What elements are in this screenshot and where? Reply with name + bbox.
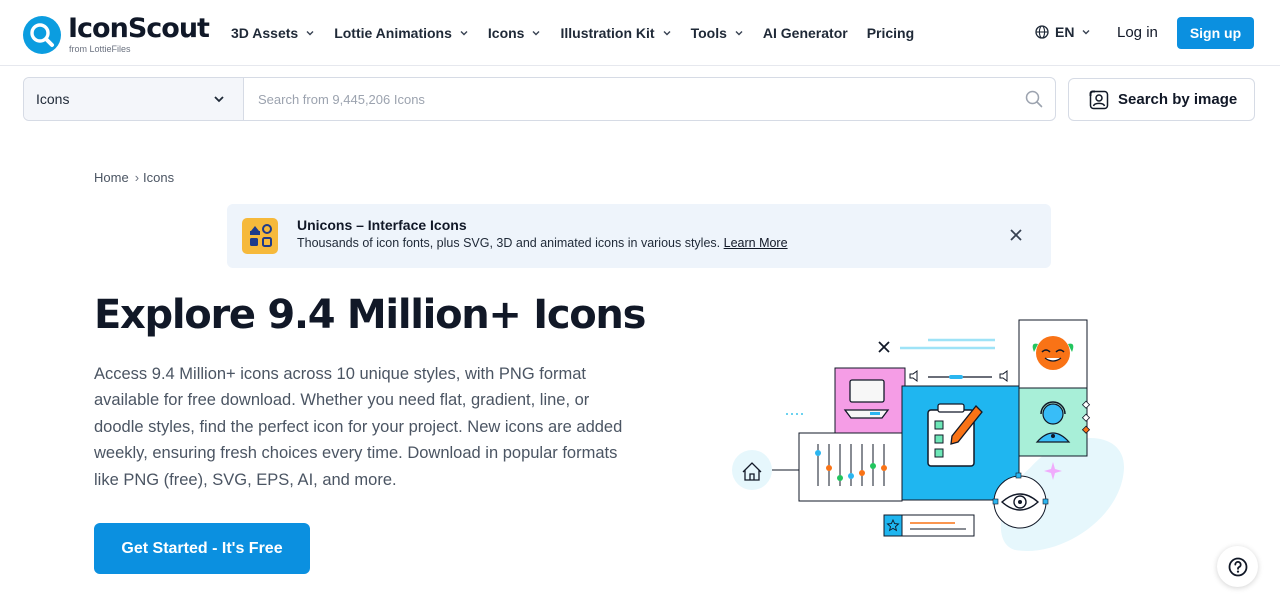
chevron-down-icon xyxy=(306,31,314,36)
category-label: Icons xyxy=(36,91,70,107)
category-select[interactable]: Icons xyxy=(24,78,244,120)
help-button[interactable] xyxy=(1217,546,1258,587)
nav-illustration-kit[interactable]: Illustration Kit xyxy=(560,25,671,41)
promo-text-row: Thousands of icon fonts, plus SVG, 3D an… xyxy=(297,236,788,250)
image-search-icon xyxy=(1089,90,1109,109)
volume-slider xyxy=(909,370,1008,382)
promo-banner: Unicons – Interface Icons Thousands of i… xyxy=(227,204,1051,268)
search-icon[interactable] xyxy=(1025,90,1043,108)
unicons-logo-icon xyxy=(242,218,278,254)
login-link[interactable]: Log in xyxy=(1117,24,1158,41)
nav-lottie-animations[interactable]: Lottie Animations xyxy=(334,25,469,41)
nav-label: Icons xyxy=(487,25,525,41)
nav-pricing[interactable]: Pricing xyxy=(867,25,914,41)
chevron-down-icon xyxy=(1082,30,1090,35)
logo-search-icon xyxy=(23,16,61,54)
search-by-image-button[interactable]: Search by image xyxy=(1068,78,1255,121)
nav-label: Illustration Kit xyxy=(560,25,655,41)
breadcrumb: Home › Icons xyxy=(94,170,174,185)
nav-label: 3D Assets xyxy=(231,25,299,41)
search-bar: Icons xyxy=(23,77,1056,121)
hero-illustration xyxy=(732,319,1125,552)
language-label: EN xyxy=(1055,24,1075,40)
breadcrumb-current[interactable]: Icons xyxy=(143,170,174,185)
promo-title: Unicons – Interface Icons xyxy=(297,217,467,233)
logo-subtitle: from LottieFiles xyxy=(69,44,131,54)
learn-more-link[interactable]: Learn More xyxy=(724,236,788,250)
signup-button[interactable]: Sign up xyxy=(1177,17,1254,49)
nav-label: Lottie Animations xyxy=(334,25,452,41)
nav-label: Pricing xyxy=(866,25,915,41)
top-header: IconScout from LottieFiles 3D Assets Lot… xyxy=(0,0,1280,66)
nav-3d-assets[interactable]: 3D Assets xyxy=(231,25,315,41)
breadcrumb-separator: › xyxy=(134,170,140,185)
iconscout-logo[interactable]: IconScout from LottieFiles xyxy=(23,13,210,57)
chevron-down-icon xyxy=(663,31,671,36)
chevron-down-icon xyxy=(460,31,468,36)
nav-icons[interactable]: Icons xyxy=(488,25,542,41)
globe-icon xyxy=(1035,25,1049,39)
get-started-button[interactable]: Get Started - It's Free xyxy=(94,523,310,574)
main-nav: 3D Assets Lottie Animations Icons Illust… xyxy=(231,22,933,44)
breadcrumb-home[interactable]: Home xyxy=(94,170,129,185)
chevron-down-icon xyxy=(532,31,540,36)
close-icon[interactable] xyxy=(1009,228,1023,242)
hero-title: Explore 9.4 Million+ Icons xyxy=(94,292,646,338)
help-icon xyxy=(1228,557,1247,576)
chevron-down-icon xyxy=(735,31,743,36)
checklist-icon xyxy=(927,403,983,467)
laptop-icon xyxy=(843,379,890,419)
promo-text: Thousands of icon fonts, plus SVG, 3D an… xyxy=(297,236,721,250)
language-selector[interactable]: EN xyxy=(1035,24,1091,40)
search-input[interactable] xyxy=(258,88,998,110)
nav-label: Tools xyxy=(690,25,727,41)
hero-description: Access 9.4 Million+ icons across 10 uniq… xyxy=(94,365,623,489)
nav-ai-generator[interactable]: AI Generator xyxy=(763,25,848,41)
search-by-image-label: Search by image xyxy=(1118,91,1238,108)
logo-name: IconScout xyxy=(68,13,210,44)
chevron-down-icon xyxy=(214,96,224,103)
nav-tools[interactable]: Tools xyxy=(691,25,744,41)
nav-label: AI Generator xyxy=(762,25,848,41)
